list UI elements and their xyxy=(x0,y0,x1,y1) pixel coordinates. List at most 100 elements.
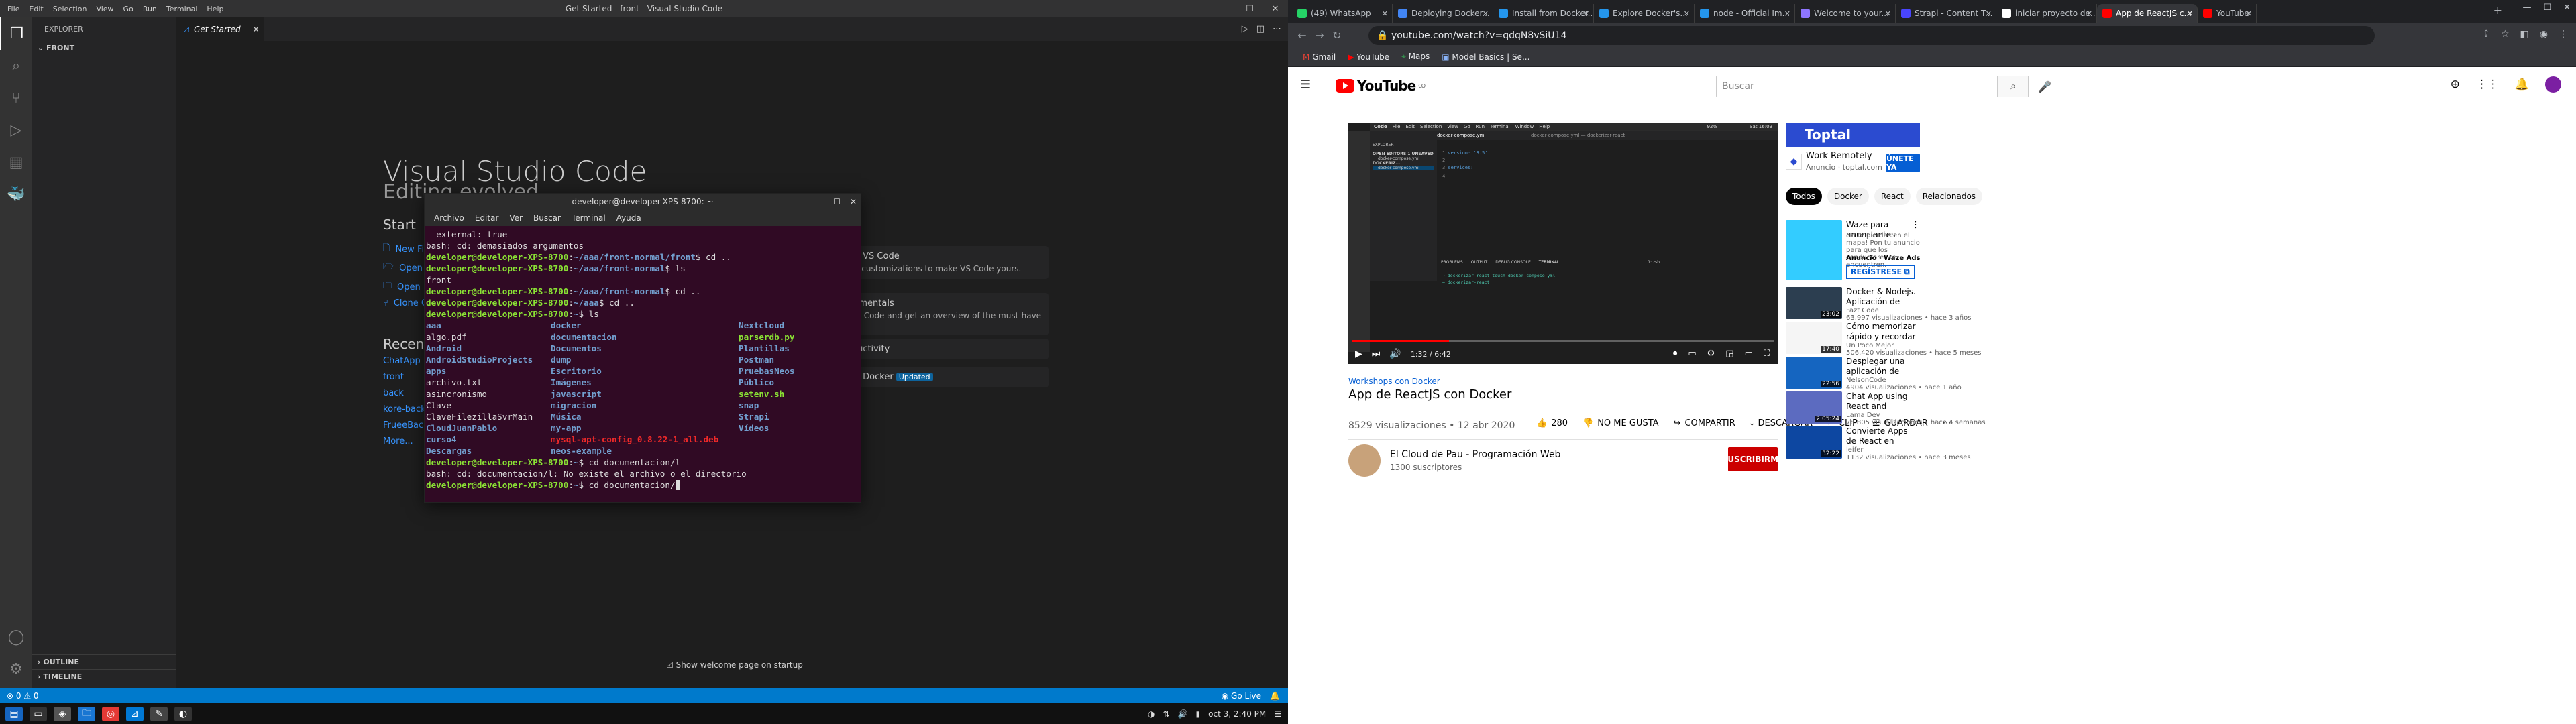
fullscreen-icon[interactable]: ⛶ xyxy=(1764,349,1770,359)
terminal-output[interactable]: external: true bash: cd: demasiados argum… xyxy=(425,226,861,503)
menu-ver[interactable]: Ver xyxy=(509,213,523,223)
recent-item[interactable]: back xyxy=(383,388,404,398)
autoplay-toggle[interactable]: ⏺ xyxy=(1673,349,1678,359)
browser-tab[interactable]: iniciar proyecto de... ✕ xyxy=(1996,4,2097,23)
notification-tray-icon[interactable]: ☰ xyxy=(1274,709,1281,719)
close-tab-icon[interactable]: ✕ xyxy=(1684,9,1690,18)
show-apps-icon[interactable]: ▤ xyxy=(5,706,23,721)
search-icon[interactable]: ⌕ xyxy=(0,50,32,82)
recommended-video[interactable]: 22:56 Desplegar una aplicación de React y… xyxy=(1786,357,1962,391)
browser-tab[interactable]: Install from Docker... ✕ xyxy=(1493,4,1594,23)
ad-join-button[interactable]: ÚNETE YA xyxy=(1886,154,1920,172)
vscode-app-icon[interactable]: ⊿ xyxy=(126,706,144,721)
subtitles-icon[interactable]: ▭ xyxy=(1688,349,1696,359)
close-icon[interactable]: ✕ xyxy=(2563,3,2571,13)
search-button[interactable]: ⌕ xyxy=(1998,76,2029,97)
video-hashtag-link[interactable]: Workshops con Docker xyxy=(1348,377,1440,386)
notifications-bell-icon[interactable]: 🔔 xyxy=(2515,78,2529,91)
close-tab-icon[interactable]: ✕ xyxy=(2086,9,2092,18)
terminal-window[interactable]: developer@developer-XPS-8700: ~ — ☐ ✕ Arch… xyxy=(424,193,861,503)
back-icon[interactable]: ← xyxy=(1293,29,1311,42)
youtube-logo[interactable]: YouTube CO xyxy=(1336,78,1426,94)
browser-tab[interactable]: Strapi - Content T... ✕ xyxy=(1896,4,1996,23)
recent-item[interactable]: kore-back xyxy=(383,404,426,414)
gimp-app-icon[interactable]: ✎ xyxy=(150,706,168,721)
run-icon[interactable]: ▷ xyxy=(1242,24,1248,34)
forward-icon[interactable]: → xyxy=(1311,29,1328,42)
recommended-video[interactable]: 23:02 Docker & Nodejs. Aplicación de Node… xyxy=(1786,287,1971,322)
chip-react[interactable]: React xyxy=(1874,188,1911,205)
recommended-video[interactable]: 17:40 Cómo memorizar rápido y recordar lo… xyxy=(1786,322,1982,357)
volume-icon[interactable]: 🔊 xyxy=(1389,349,1401,359)
battery-icon[interactable]: ▮ xyxy=(1196,709,1201,719)
network-icon[interactable]: ⇅ xyxy=(1163,709,1170,719)
recommended-video[interactable]: 2:05:24 Chat App using React and Firebase… xyxy=(1786,391,1986,426)
extensions-icon[interactable]: ▦ xyxy=(0,146,32,178)
chip-relacionados[interactable]: Relacionados xyxy=(1915,188,1983,205)
menu-go[interactable]: Go xyxy=(123,5,133,13)
close-tab-icon[interactable]: ✕ xyxy=(2246,9,2252,18)
recommended-video[interactable]: 32:22 Convierte Apps de React en contened… xyxy=(1786,426,1971,461)
bookmark-star-icon[interactable]: ☆ xyxy=(2501,29,2510,40)
search-input[interactable]: Buscar xyxy=(1716,76,1998,97)
menu-edit[interactable]: Edit xyxy=(29,5,43,13)
waze-ad[interactable]: Waze para anunciantes No te pierdas en e… xyxy=(1786,220,1920,280)
next-icon[interactable]: ⏭ xyxy=(1372,349,1381,359)
channel-avatar[interactable] xyxy=(1348,444,1381,477)
extensions-icon[interactable]: ◧ xyxy=(2520,29,2529,40)
minimize-button[interactable]: — xyxy=(1212,4,1237,14)
menu-file[interactable]: File xyxy=(7,5,19,13)
outline-section[interactable]: › OUTLINE xyxy=(32,654,176,669)
run-debug-icon[interactable]: ▷ xyxy=(0,114,32,146)
menu-terminal[interactable]: Terminal xyxy=(166,5,198,13)
settings-icon[interactable]: ⚙ xyxy=(1707,349,1715,359)
recent-item[interactable]: FrueeBack xyxy=(383,420,429,430)
recent-item[interactable]: front xyxy=(383,372,404,382)
create-video-icon[interactable]: ⊕ xyxy=(2451,78,2460,91)
like-button[interactable]: 👍 280 xyxy=(1536,418,1568,428)
minimize-icon[interactable]: — xyxy=(2522,3,2531,13)
close-tab-icon[interactable]: ✕ xyxy=(1784,9,1790,18)
recent-item[interactable]: ChatApp xyxy=(383,356,421,366)
minimize-icon[interactable]: — xyxy=(816,194,824,210)
bookmark-model-basics[interactable]: ▣ Model Basics | Se... xyxy=(1442,52,1529,62)
play-icon[interactable]: ▶ xyxy=(1355,349,1362,359)
account-icon[interactable]: ◯ xyxy=(0,621,32,653)
bookmark-gmail[interactable]: M Gmail xyxy=(1303,52,1336,62)
chip-todos[interactable]: Todos xyxy=(1786,188,1822,205)
menu-terminal[interactable]: Terminal xyxy=(572,213,606,223)
close-tab-icon[interactable]: ✕ xyxy=(1483,9,1489,18)
docker-icon[interactable]: 🐳 xyxy=(0,178,32,210)
close-tab-icon[interactable]: ✕ xyxy=(2187,9,2193,18)
files-app-icon[interactable]: 🗀 xyxy=(78,706,95,721)
folder-front[interactable]: ⌄ FRONT xyxy=(32,41,176,56)
avatar[interactable] xyxy=(2545,76,2561,93)
menu-buscar[interactable]: Buscar xyxy=(533,213,561,223)
browser-tab[interactable]: YouTube ✕ xyxy=(2198,4,2257,23)
explorer-icon[interactable]: ❐ xyxy=(0,17,32,50)
tab-get-started[interactable]: ⊿ Get Started ✕ xyxy=(176,17,264,41)
close-icon[interactable]: ✕ xyxy=(850,194,857,210)
voice-search-icon[interactable]: 🎤 xyxy=(2038,80,2051,93)
close-tab-icon[interactable]: ✕ xyxy=(1583,9,1589,18)
browser-tab[interactable]: App de ReactJS c... ✕ xyxy=(2097,4,2198,23)
source-control-icon[interactable]: ⑂ xyxy=(0,82,32,114)
share-button[interactable]: ↪ COMPARTIR xyxy=(1674,418,1735,428)
menu-archivo[interactable]: Archivo xyxy=(434,213,464,223)
menu-run[interactable]: Run xyxy=(143,5,157,13)
show-welcome-checkbox[interactable]: ☑ Show welcome page on startup xyxy=(666,660,803,670)
chip-docker[interactable]: Docker xyxy=(1827,188,1869,205)
menu-editar[interactable]: Editar xyxy=(475,213,499,223)
volume-icon[interactable]: 🔊 xyxy=(1178,709,1188,719)
new-tab-icon[interactable]: + xyxy=(2493,4,2502,17)
waze-register-button[interactable]: REGÍSTRESE ⧉ xyxy=(1846,265,1915,279)
close-button[interactable]: ✕ xyxy=(1263,4,1288,14)
app-icon[interactable]: ◐ xyxy=(174,706,192,721)
browser-tab[interactable]: node - Official Im... ✕ xyxy=(1695,4,1795,23)
video-player[interactable]: Code File Edit Selection View Go Run Ter… xyxy=(1348,123,1778,364)
bookmark-maps[interactable]: ⌖ Maps xyxy=(1401,52,1430,62)
postman-app-icon[interactable]: ◈ xyxy=(54,706,71,721)
dislike-button[interactable]: 👎 NO ME GUSTA xyxy=(1582,418,1659,428)
close-tab-icon[interactable]: ✕ xyxy=(1885,9,1891,18)
chrome-menu-icon[interactable]: ⋮ xyxy=(2559,29,2568,40)
